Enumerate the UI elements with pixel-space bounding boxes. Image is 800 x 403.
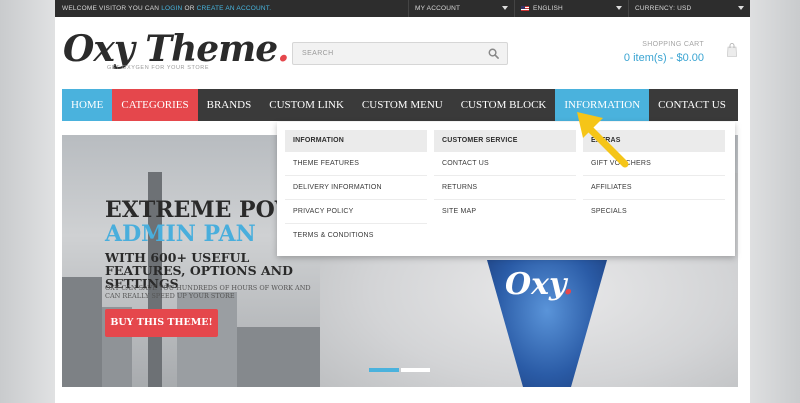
- information-dropdown: INFORMATION THEME FEATURES DELIVERY INFO…: [277, 122, 735, 256]
- account-label: MY ACCOUNT: [415, 5, 461, 12]
- slider-dot-2[interactable]: [400, 368, 430, 372]
- welcome-text: WELCOME VISITOR YOU CAN: [62, 5, 160, 12]
- dropdown-column-customer-service: CUSTOMER SERVICE CONTACT US RETURNS SITE…: [434, 130, 576, 224]
- language-dropdown[interactable]: ENGLISH: [514, 0, 628, 17]
- column-title: INFORMATION: [285, 130, 427, 152]
- chevron-down-icon: [502, 6, 508, 10]
- shopping-bag-icon[interactable]: [727, 43, 737, 57]
- currency-label: CURRENCY: USD: [635, 5, 692, 12]
- skyline-building: [237, 327, 327, 387]
- slider-dot-1[interactable]: [369, 368, 399, 372]
- nav-categories[interactable]: CATEGORIES: [112, 89, 198, 121]
- nav-home[interactable]: HOME: [62, 89, 113, 121]
- menu-link-delivery-information[interactable]: DELIVERY INFORMATION: [285, 176, 427, 200]
- shirt-logo: Oxy.: [505, 267, 573, 302]
- search-box[interactable]: SEARCH: [292, 42, 508, 65]
- create-account-link[interactable]: CREATE AN ACCOUNT.: [197, 5, 272, 12]
- or-text: OR: [184, 5, 195, 12]
- login-link[interactable]: LOGIN: [161, 5, 182, 12]
- menu-link-affiliates[interactable]: AFFILIATES: [583, 176, 725, 200]
- nav-custom-block[interactable]: CUSTOM BLOCK: [452, 89, 556, 121]
- menu-link-contact-us[interactable]: CONTACT US: [434, 152, 576, 176]
- cart-label: SHOPPING CART: [642, 41, 704, 48]
- nav-custom-link[interactable]: CUSTOM LINK: [260, 89, 353, 121]
- column-title: CUSTOMER SERVICE: [434, 130, 576, 152]
- chevron-down-icon: [738, 6, 744, 10]
- buy-theme-button[interactable]: BUY THIS THEME!: [105, 309, 218, 337]
- currency-dropdown[interactable]: CURRENCY: USD: [628, 0, 750, 17]
- menu-link-theme-features[interactable]: THEME FEATURES: [285, 152, 427, 176]
- welcome-message: WELCOME VISITOR YOU CAN LOGIN OR CREATE …: [62, 5, 271, 12]
- chevron-down-icon: [616, 6, 622, 10]
- slider-pagination: [369, 368, 430, 372]
- cart-total[interactable]: 0 item(s) - $0.00: [624, 52, 704, 64]
- shirt-logo-dot: .: [563, 267, 574, 302]
- menu-link-terms-conditions[interactable]: TERMS & CONDITIONS: [285, 224, 427, 248]
- dropdown-column-information: INFORMATION THEME FEATURES DELIVERY INFO…: [285, 130, 427, 248]
- menu-link-site-map[interactable]: SITE MAP: [434, 200, 576, 224]
- logo-text: Oxy Theme: [63, 28, 278, 70]
- top-bar: WELCOME VISITOR YOU CAN LOGIN OR CREATE …: [55, 0, 750, 17]
- site-logo[interactable]: Oxy Theme.: [63, 28, 290, 70]
- pointer-arrow-icon: [577, 112, 629, 168]
- shopping-cart[interactable]: SHOPPING CART 0 item(s) - $0.00: [624, 41, 704, 64]
- menu-link-returns[interactable]: RETURNS: [434, 176, 576, 200]
- account-dropdown[interactable]: MY ACCOUNT: [408, 0, 514, 17]
- page-container: Oxy Theme. GET OXYGEN FOR YOUR STORE SEA…: [55, 17, 750, 403]
- menu-link-privacy-policy[interactable]: PRIVACY POLICY: [285, 200, 427, 224]
- search-icon[interactable]: [488, 48, 499, 59]
- main-navigation: HOME CATEGORIES BRANDS CUSTOM LINK CUSTO…: [62, 89, 738, 121]
- hero-headline-2: ADMIN PAN: [105, 221, 256, 247]
- language-label: ENGLISH: [533, 5, 563, 12]
- logo-tagline: GET OXYGEN FOR YOUR STORE: [107, 65, 210, 71]
- nav-custom-menu[interactable]: CUSTOM MENU: [353, 89, 452, 121]
- us-flag-icon: [521, 6, 529, 11]
- logo-dot: .: [277, 28, 290, 70]
- hero-headline-1: EXTREME POW: [105, 197, 300, 223]
- hero-subtext: OXY CAN SAVE YOU HUNDREDS OF HOURS OF WO…: [105, 284, 311, 300]
- search-input[interactable]: SEARCH: [302, 50, 334, 57]
- menu-link-specials[interactable]: SPECIALS: [583, 200, 725, 224]
- shirt-logo-text: Oxy: [505, 267, 564, 302]
- skyline-building: [177, 292, 237, 387]
- nav-brands[interactable]: BRANDS: [198, 89, 261, 121]
- nav-contact-us[interactable]: CONTACT US: [649, 89, 735, 121]
- skyline-building: [62, 277, 102, 387]
